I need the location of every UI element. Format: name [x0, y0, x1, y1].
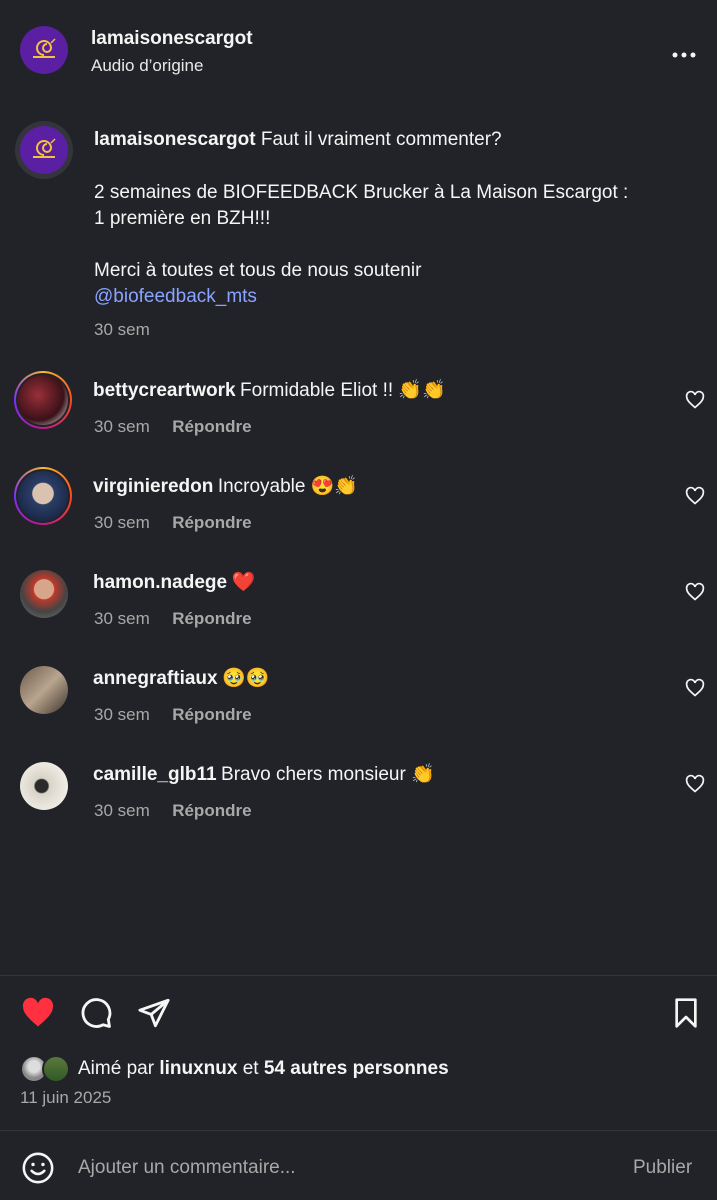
comment-time: 30 sem — [94, 417, 150, 436]
reply-button[interactable]: Répondre — [172, 417, 251, 436]
snail-logo-icon — [33, 38, 56, 58]
caption-text-line1: Faut il vraiment commenter? — [260, 129, 502, 150]
commenter-avatar[interactable] — [20, 570, 68, 618]
reply-button[interactable]: Répondre — [172, 609, 251, 628]
divider — [0, 1130, 717, 1131]
bookmark-icon[interactable] — [670, 996, 702, 1030]
comment-like-icon[interactable] — [685, 486, 705, 506]
comment-bubble-icon[interactable] — [79, 996, 113, 1030]
caption-avatar[interactable] — [15, 121, 73, 179]
comment-text: Formidable Eliot !! 👏👏 — [240, 380, 446, 401]
commenter-avatar[interactable] — [20, 666, 68, 714]
header-subtitle[interactable]: Audio d’origine — [91, 56, 203, 76]
like-heart-icon[interactable] — [20, 996, 56, 1030]
caption-first-line: lamaisonescargot Faut il vraiment commen… — [94, 127, 694, 153]
comment-username[interactable]: virginieredon — [93, 476, 213, 497]
liker-avatar[interactable] — [42, 1055, 70, 1083]
comment-time: 30 sem — [94, 801, 150, 820]
comment-input[interactable] — [78, 1150, 598, 1186]
comment-text: ❤️ — [231, 572, 256, 593]
caption-time: 30 sem — [94, 320, 150, 339]
caption-text-line4: Merci à toutes et tous de nous soutenir — [94, 260, 422, 281]
caption-mention-link[interactable]: @biofeedback_mts — [94, 284, 257, 310]
comment-time: 30 sem — [94, 609, 150, 628]
caption-text-line2: 2 semaines de BIOFEEDBACK Brucker à La M… — [94, 182, 629, 203]
reply-button[interactable]: Répondre — [172, 513, 251, 532]
profile-avatar[interactable] — [20, 26, 68, 74]
comment-username[interactable]: annegraftiaux — [93, 668, 218, 689]
share-send-icon[interactable] — [136, 996, 172, 1030]
caption-text-line3: 1 première en BZH!!! — [94, 208, 271, 229]
reply-button[interactable]: Répondre — [172, 801, 251, 820]
likes-others[interactable]: 54 autres personnes — [264, 1058, 449, 1079]
commenter-avatar[interactable] — [14, 371, 72, 429]
comment-username[interactable]: hamon.nadege — [93, 572, 227, 593]
comment-like-icon[interactable] — [685, 390, 705, 410]
comment-text: 🥹🥹 — [222, 668, 270, 689]
reply-button[interactable]: Répondre — [172, 705, 251, 724]
commenter-avatar[interactable] — [14, 467, 72, 525]
divider — [0, 975, 717, 976]
commenter-avatar[interactable] — [20, 762, 68, 810]
emoji-icon[interactable] — [21, 1151, 55, 1185]
more-options-icon[interactable] — [672, 46, 696, 58]
post-date[interactable]: 11 juin 2025 — [20, 1088, 111, 1108]
comment-time: 30 sem — [94, 705, 150, 724]
comment-username[interactable]: bettycreartwork — [93, 380, 236, 401]
comment-like-icon[interactable] — [685, 582, 705, 602]
comment-text: Bravo chers monsieur 👏 — [221, 764, 435, 785]
comment-text: Incroyable 😍👏 — [217, 476, 359, 497]
comment-username[interactable]: camille_glb11 — [93, 764, 217, 785]
publish-button[interactable]: Publier — [633, 1157, 692, 1179]
likes-user[interactable]: linuxnux — [159, 1058, 237, 1079]
comment-like-icon[interactable] — [685, 774, 705, 794]
comment-time: 30 sem — [94, 513, 150, 532]
caption-username[interactable]: lamaisonescargot — [94, 129, 256, 150]
comment-like-icon[interactable] — [685, 678, 705, 698]
likes-text: Aimé par linuxnux et 54 autres personnes — [78, 1058, 449, 1080]
likes-prefix: Aimé par — [78, 1058, 155, 1079]
likes-connector: et — [242, 1058, 259, 1079]
header-username[interactable]: lamaisonescargot — [91, 28, 253, 50]
snail-logo-icon — [33, 138, 56, 158]
